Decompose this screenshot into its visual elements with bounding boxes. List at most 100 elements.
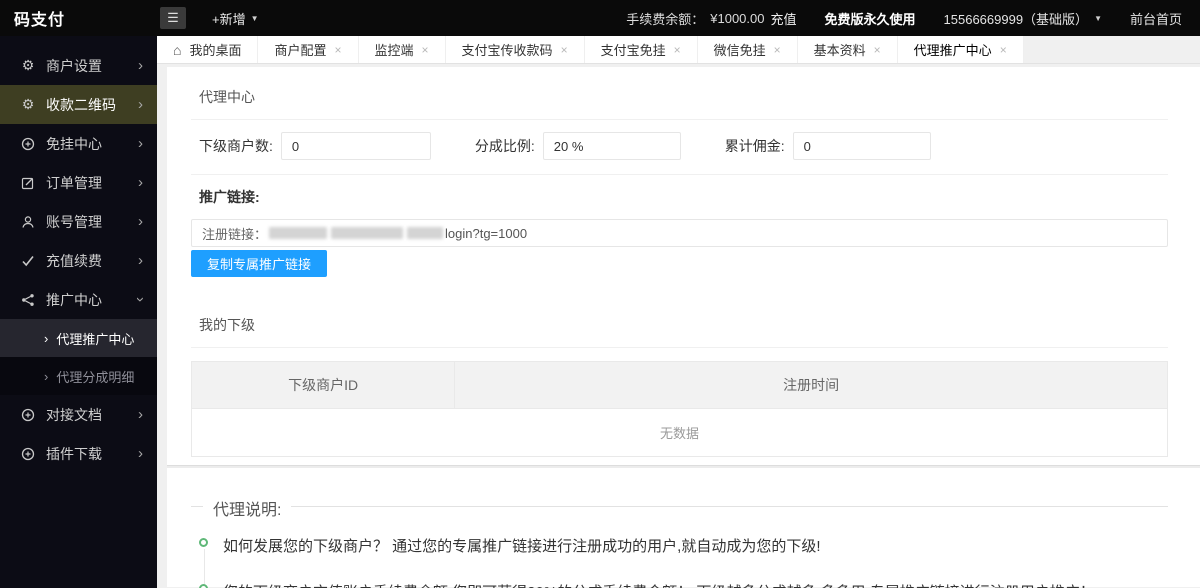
- sidebar-item-label: 免挂中心: [46, 135, 102, 152]
- stats-row: 下级商户数: 分成比例: 累计佣金:: [191, 120, 1168, 174]
- coin-icon: [20, 137, 36, 151]
- sidebar: ⚙ 商户设置 › ⚙ 收款二维码 › 免挂中心 › 订单管理 › 账号管理 › …: [0, 36, 157, 588]
- home-icon: ⌂: [173, 41, 182, 58]
- edit-icon: [20, 176, 36, 190]
- chevron-right-icon: ›: [44, 368, 49, 384]
- stat-label: 分成比例:: [474, 138, 535, 154]
- sidebar-item-docs[interactable]: 对接文档 ›: [0, 395, 157, 434]
- tab-monitor[interactable]: 监控端 ×: [358, 36, 446, 63]
- sidebar-item-order-management[interactable]: 订单管理 ›: [0, 163, 157, 202]
- notes-title: 代理说明:: [203, 496, 292, 520]
- sidebar-item-account-management[interactable]: 账号管理 ›: [0, 202, 157, 241]
- chevron-right-icon: ›: [138, 445, 143, 462]
- add-new-button[interactable]: +新增 ▼: [212, 9, 259, 28]
- topbar-left: ☰ +新增 ▼: [157, 7, 259, 29]
- timeline-dot-icon: [199, 538, 208, 547]
- chevron-right-icon: ›: [138, 406, 143, 423]
- check-icon: [20, 254, 36, 268]
- close-icon[interactable]: ×: [874, 43, 881, 57]
- register-link-suffix: login?tg=1000: [445, 225, 528, 241]
- sidebar-subitem-agent-commission-details[interactable]: › 代理分成明细: [0, 357, 157, 395]
- section-divider: [167, 465, 1200, 468]
- chevron-right-icon: ›: [138, 174, 143, 191]
- tab-label: 支付宝免挂: [600, 43, 666, 58]
- subordinate-count-input[interactable]: [280, 132, 431, 160]
- commission-ratio-input[interactable]: [542, 132, 681, 160]
- sidebar-item-free-hang-center[interactable]: 免挂中心 ›: [0, 124, 157, 163]
- sidebar-subitem-agent-promotion-center[interactable]: › 代理推广中心: [0, 319, 157, 357]
- note-text: 您的下级商户充值账户手续费余额,您即可获得20%的分成手续费金额！ 下级越多分成…: [223, 584, 1095, 588]
- recharge-link[interactable]: 充值: [771, 9, 797, 28]
- tab-label: 监控端: [374, 43, 414, 58]
- promo-link-label: 推广链接:: [199, 189, 260, 205]
- caret-down-icon: ▼: [250, 13, 259, 23]
- sidebar-item-label: 账号管理: [46, 213, 102, 230]
- tab-label: 基本资料: [813, 43, 866, 58]
- tab-alipay-qr-upload[interactable]: 支付宝传收款码 ×: [445, 36, 585, 63]
- stat-label: 下级商户数:: [199, 138, 273, 154]
- app-window: 码支付 ☰ +新增 ▼ 手续费余额： ¥1000.00 充值 免费版永久使用 1…: [0, 0, 1200, 588]
- hamburger-icon[interactable]: ☰: [160, 7, 186, 29]
- chevron-right-icon: ›: [138, 135, 143, 152]
- redacted-link-segment: [331, 227, 404, 239]
- tab-basic-info[interactable]: 基本资料 ×: [797, 36, 898, 63]
- account-label: 15566669999（基础版）: [943, 11, 1089, 27]
- table-header-row: 下级商户ID 注册时间: [192, 362, 1167, 408]
- tab-agent-promotion-center[interactable]: 代理推广中心 ×: [897, 36, 1024, 63]
- tab-label: 代理推广中心: [913, 43, 992, 58]
- coin-icon: [20, 447, 36, 461]
- tab-merchant-config[interactable]: 商户配置 ×: [258, 36, 359, 63]
- content-panel: 代理中心 下级商户数: 分成比例: 累计佣金:: [167, 67, 1200, 588]
- stat-commission-ratio: 分成比例:: [475, 132, 681, 160]
- note-text: 如何发展您的下级商户？ 通过您的专属推广链接进行注册成功的用户,就自动成为您的下…: [223, 538, 821, 555]
- sidebar-item-label: 收款二维码: [46, 96, 116, 113]
- tab-bar: ⌂ 我的桌面 商户配置 × 监控端 × 支付宝传收款码 × 支付宝免挂 × 微信…: [157, 36, 1200, 64]
- tab-label: 我的桌面: [189, 43, 242, 58]
- fee-balance: 手续费余额： ¥1000.00 充值: [626, 9, 796, 28]
- sidebar-item-label: 推广中心: [46, 291, 102, 308]
- copy-promo-link-button[interactable]: 复制专属推广链接: [191, 250, 328, 277]
- sidebar-item-plugin-download[interactable]: 插件下载 ›: [0, 434, 157, 473]
- tab-label: 商户配置: [274, 43, 327, 58]
- stat-subordinate-count: 下级商户数:: [199, 132, 431, 160]
- close-icon[interactable]: ×: [561, 43, 568, 57]
- sidebar-item-label: 订单管理: [46, 174, 102, 191]
- promo-link-box: 注册链接： login?tg=1000: [191, 219, 1168, 247]
- tab-wechat-free-hang[interactable]: 微信免挂 ×: [697, 36, 798, 63]
- topbar-right: 手续费余额： ¥1000.00 充值 免费版永久使用 15566669999（基…: [626, 9, 1200, 28]
- sidebar-item-promotion-center[interactable]: 推广中心 ›: [0, 280, 157, 319]
- chevron-right-icon: ›: [138, 57, 143, 74]
- close-icon[interactable]: ×: [335, 43, 342, 57]
- account-dropdown[interactable]: 15566669999（基础版） ▼: [944, 9, 1102, 28]
- close-icon[interactable]: ×: [1000, 43, 1007, 57]
- tab-desktop[interactable]: ⌂ 我的桌面: [157, 36, 259, 63]
- close-icon[interactable]: ×: [422, 43, 429, 57]
- front-home-link[interactable]: 前台首页: [1130, 9, 1182, 28]
- page-body: 代理中心 下级商户数: 分成比例: 累计佣金:: [157, 64, 1200, 588]
- main-area: ⌂ 我的桌面 商户配置 × 监控端 × 支付宝传收款码 × 支付宝免挂 × 微信…: [157, 36, 1200, 588]
- divider: [191, 347, 1168, 348]
- total-commission-input[interactable]: [792, 132, 931, 160]
- close-icon[interactable]: ×: [674, 43, 681, 57]
- subordinates-table: 下级商户ID 注册时间 无数据: [191, 361, 1168, 457]
- sidebar-item-label: 充值续费: [46, 252, 102, 269]
- sidebar-item-merchant-settings[interactable]: ⚙ 商户设置 ›: [0, 46, 157, 85]
- sidebar-subitem-label: 代理推广中心: [56, 331, 135, 347]
- share-icon: [20, 293, 36, 307]
- timeline-dot-icon: [199, 584, 208, 588]
- note-item: 您的下级商户充值账户手续费余额,您即可获得20%的分成手续费金额！ 下级越多分成…: [199, 581, 1168, 588]
- chevron-right-icon: ›: [138, 96, 143, 113]
- user-icon: [20, 215, 36, 229]
- page-title: 代理中心: [199, 89, 255, 105]
- column-header-subordinate-id: 下级商户ID: [192, 362, 456, 408]
- column-header-register-time: 注册时间: [783, 377, 840, 393]
- sidebar-item-payment-qrcode[interactable]: ⚙ 收款二维码 ›: [0, 85, 157, 124]
- tab-alipay-free-hang[interactable]: 支付宝免挂 ×: [584, 36, 698, 63]
- gear-icon: ⚙: [21, 57, 35, 73]
- sidebar-item-recharge-renewal[interactable]: 充值续费 ›: [0, 241, 157, 280]
- redacted-link-segment: [269, 227, 328, 239]
- close-icon[interactable]: ×: [774, 43, 781, 57]
- sidebar-item-label: 商户设置: [46, 57, 102, 74]
- notes-field-title: 代理说明:: [191, 496, 1168, 520]
- sidebar-submenu: › 代理推广中心 › 代理分成明细: [0, 319, 157, 395]
